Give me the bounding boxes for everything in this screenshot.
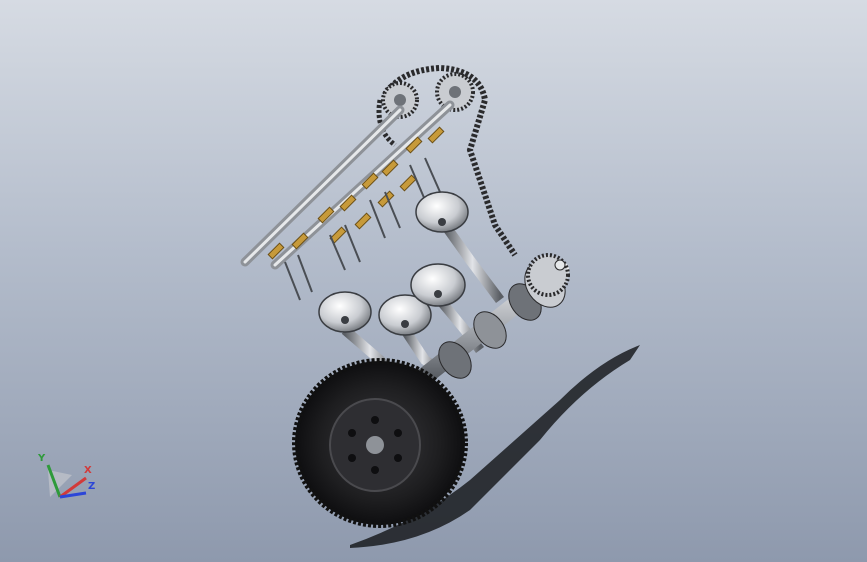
- triad-z-label: Z: [88, 481, 95, 492]
- engine-model-view[interactable]: Y X Z: [0, 0, 867, 562]
- cam-sprocket-intake[interactable]: [435, 72, 475, 112]
- crank-sprocket[interactable]: [526, 253, 570, 297]
- triad-x-label: X: [84, 465, 92, 476]
- flywheel[interactable]: [292, 358, 468, 528]
- triad-y-label: Y: [37, 453, 46, 464]
- graphics-viewport[interactable]: Y X Z: [0, 0, 867, 562]
- coordinate-triad[interactable]: Y X Z: [37, 453, 95, 499]
- camshaft-exhaust[interactable]: [240, 105, 405, 267]
